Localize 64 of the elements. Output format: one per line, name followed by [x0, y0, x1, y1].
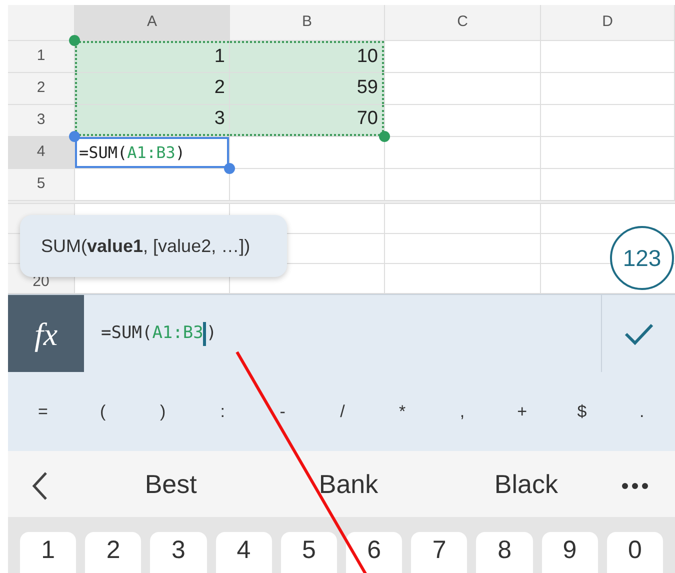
empty-cell[interactable]: [541, 105, 675, 137]
cell-value: 1: [214, 45, 225, 70]
symbol-key[interactable]: ): [148, 398, 178, 424]
corner-header: [8, 5, 75, 41]
number-key[interactable]: 7: [411, 532, 468, 573]
row-header[interactable]: 1: [8, 41, 75, 73]
cell-value: 59: [356, 76, 378, 100]
suggestion-word[interactable]: Black: [437, 464, 616, 504]
cell-value: 2: [214, 76, 225, 100]
symbol-key[interactable]: .: [626, 398, 657, 424]
suggestion-word[interactable]: Best: [82, 464, 260, 504]
number-key[interactable]: 8: [476, 532, 533, 573]
empty-cell[interactable]: [385, 137, 541, 169]
column-header[interactable]: B: [230, 5, 385, 41]
empty-cell[interactable]: [541, 137, 675, 169]
number-key[interactable]: 9: [542, 532, 598, 573]
check-icon[interactable]: [622, 322, 654, 346]
range-handle-icon[interactable]: [379, 131, 390, 142]
empty-cell[interactable]: [541, 73, 675, 105]
row-header[interactable]: 4: [8, 137, 75, 169]
function-tooltip: SUM(value1, [value2, …]): [20, 215, 287, 277]
symbol-key[interactable]: -: [268, 398, 298, 424]
empty-cell[interactable]: [385, 234, 541, 264]
empty-cell[interactable]: [385, 204, 541, 234]
cell-value: 10: [356, 45, 378, 70]
number-key[interactable]: 5: [280, 532, 338, 573]
symbol-key[interactable]: +: [507, 398, 538, 424]
table-cell[interactable]: 59: [230, 73, 384, 104]
table-cell[interactable]: 2: [75, 73, 229, 104]
selection-handle-icon[interactable]: [224, 163, 235, 174]
table-cell[interactable]: 1: [75, 41, 229, 72]
table-cell[interactable]: 70: [230, 105, 384, 136]
number-key[interactable]: 0: [606, 532, 664, 573]
table-cell[interactable]: 3: [75, 105, 229, 136]
chevron-left-icon[interactable]: [32, 470, 48, 501]
row-header[interactable]: 2: [8, 73, 75, 105]
function-button[interactable]: fx: [8, 295, 84, 372]
row-header[interactable]: 5: [8, 169, 75, 201]
cell-formula: =SUM(A1:B3): [79, 142, 185, 164]
symbol-key[interactable]: /: [327, 398, 358, 424]
cell-value: 70: [356, 107, 378, 132]
number-key[interactable]: 6: [346, 532, 402, 573]
number-key[interactable]: 3: [150, 532, 207, 573]
column-header[interactable]: A: [75, 5, 230, 41]
symbol-key[interactable]: =: [28, 398, 58, 424]
symbol-key[interactable]: (: [88, 398, 118, 424]
table-cell[interactable]: 10: [230, 41, 384, 72]
symbol-key[interactable]: ,: [447, 398, 478, 424]
keyboard-mode-button[interactable]: 123: [610, 226, 674, 290]
row-header[interactable]: 3: [8, 105, 75, 137]
column-header[interactable]: C: [385, 5, 541, 41]
number-key[interactable]: 2: [85, 532, 142, 573]
more-icon[interactable]: [622, 482, 648, 489]
number-key[interactable]: 1: [20, 532, 76, 573]
cell-value: 3: [214, 107, 225, 132]
symbol-key[interactable]: *: [387, 398, 418, 424]
table-cell[interactable]: =SUM(A1:B3): [75, 137, 229, 168]
empty-cell[interactable]: [541, 41, 675, 73]
text-cursor-icon: [203, 322, 206, 346]
symbol-key[interactable]: :: [208, 398, 238, 424]
column-header[interactable]: D: [541, 5, 675, 41]
symbol-key[interactable]: $: [567, 398, 598, 424]
suggestion-word[interactable]: Bank: [260, 464, 438, 504]
number-key[interactable]: 4: [216, 532, 272, 573]
